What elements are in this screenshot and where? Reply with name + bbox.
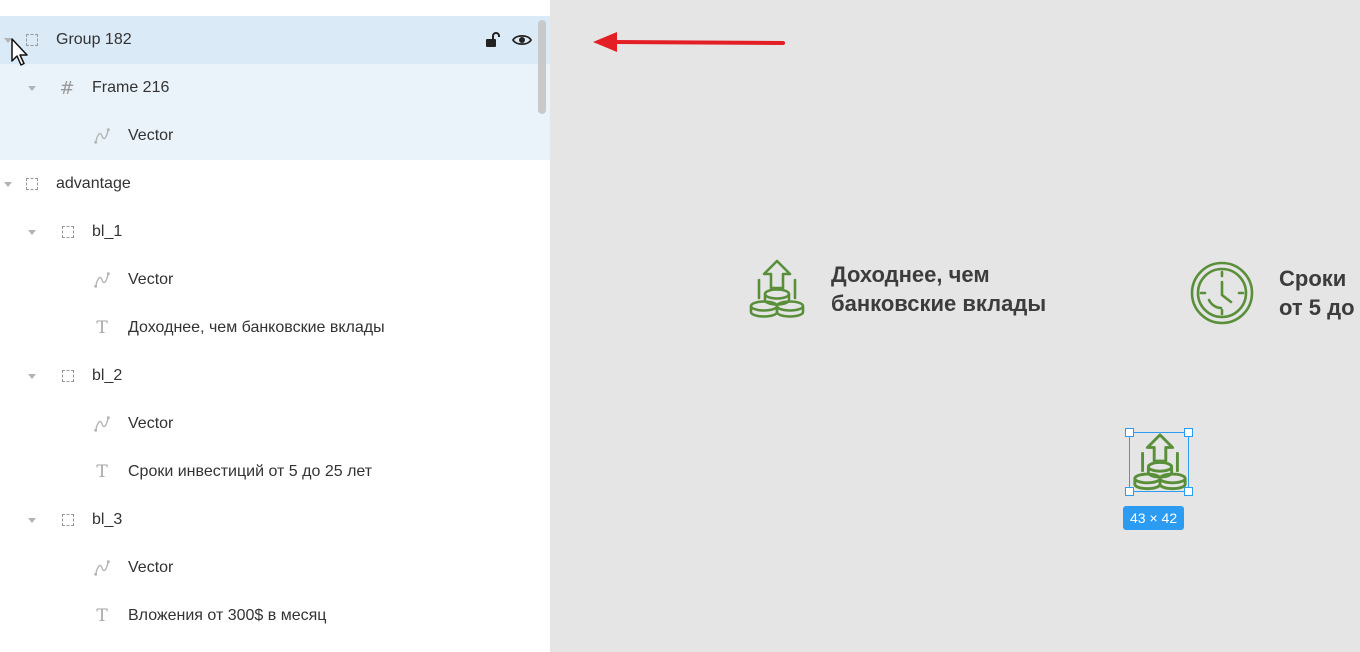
layers-panel-top <box>0 0 550 16</box>
layer-name: bl_2 <box>92 367 123 384</box>
frame-icon: # <box>59 77 75 99</box>
clock-icon <box>1190 261 1254 325</box>
layers-panel: Group 182 # Frame 216 Vector advantage b… <box>0 0 550 652</box>
layer-row-group-182[interactable]: Group 182 <box>0 16 550 64</box>
layer-row-vector[interactable]: Vector <box>0 256 550 304</box>
group-icon <box>59 223 77 241</box>
layer-row-vector[interactable]: Vector <box>0 112 550 160</box>
resize-handle-bottom-right[interactable] <box>1184 487 1193 496</box>
layer-name: Vector <box>128 271 174 288</box>
advantage-text-1: Доходнее, чем банковские вклады <box>831 260 1046 318</box>
vector-icon <box>93 415 111 433</box>
advantage-2-line2: от 5 до <box>1279 295 1355 320</box>
layer-row-frame-216[interactable]: # Frame 216 <box>0 64 550 112</box>
advantage-block-2[interactable]: Сроки от 5 до <box>1189 260 1355 326</box>
layer-name: bl_3 <box>92 511 123 528</box>
expand-caret-icon[interactable] <box>27 83 37 93</box>
layer-name: Доходнее, чем банковские вклады <box>128 319 385 336</box>
selection-box[interactable] <box>1125 428 1193 496</box>
coins-growth-icon <box>749 259 805 318</box>
layer-name: bl_1 <box>92 223 123 240</box>
design-canvas[interactable]: Доходнее, чем банковские вклады Сроки от… <box>551 0 1360 652</box>
expand-caret-icon[interactable] <box>27 515 37 525</box>
layer-name: Вложения от 300$ в месяц <box>128 607 327 624</box>
mouse-cursor-icon <box>11 38 28 66</box>
text-icon: T <box>96 606 108 626</box>
unlock-icon[interactable] <box>484 31 502 49</box>
layer-row-bl-1[interactable]: bl_1 <box>0 208 550 256</box>
advantage-2-line1: Сроки <box>1279 266 1347 291</box>
advantage-1-line2: банковские вклады <box>831 291 1047 316</box>
group-icon <box>59 511 77 529</box>
layer-row-text[interactable]: T Доходнее, чем банковские вклады <box>0 304 550 352</box>
vector-icon <box>93 559 111 577</box>
text-icon: T <box>96 318 108 338</box>
layer-name: Group 182 <box>56 31 132 48</box>
selection-size-label: 43 × 42 <box>1123 506 1185 530</box>
group-icon <box>23 175 41 193</box>
advantage-text-2: Сроки от 5 до <box>1279 264 1355 322</box>
layer-name: Frame 216 <box>92 79 170 96</box>
expand-caret-icon[interactable] <box>3 179 13 189</box>
text-icon: T <box>96 462 108 482</box>
red-arrow-annotation <box>593 32 785 52</box>
layer-name: Vector <box>128 559 174 576</box>
resize-handle-top-right[interactable] <box>1184 428 1193 437</box>
resize-handle-top-left[interactable] <box>1125 428 1134 437</box>
layer-row-advantage[interactable]: advantage <box>0 160 550 208</box>
layer-row-bl-3[interactable]: bl_3 <box>0 496 550 544</box>
layer-row-vector[interactable]: Vector <box>0 400 550 448</box>
advantage-block-1[interactable]: Доходнее, чем банковские вклады <box>747 258 1046 320</box>
expand-caret-icon[interactable] <box>27 227 37 237</box>
layers-scrollbar[interactable] <box>538 20 546 114</box>
layer-row-bl-2[interactable]: bl_2 <box>0 352 550 400</box>
layer-name: advantage <box>56 175 131 192</box>
resize-handle-bottom-left[interactable] <box>1125 487 1134 496</box>
layer-name: Vector <box>128 415 174 432</box>
group-icon <box>59 367 77 385</box>
vector-icon <box>93 271 111 289</box>
advantage-1-line1: Доходнее, чем <box>831 262 990 287</box>
layer-row-text[interactable]: T Сроки инвестиций от 5 до 25 лет <box>0 448 550 496</box>
layer-row-actions <box>484 31 532 49</box>
eye-icon[interactable] <box>512 31 532 49</box>
vector-icon <box>93 127 111 145</box>
layer-row-text[interactable]: T Вложения от 300$ в месяц <box>0 592 550 640</box>
layer-row-vector[interactable]: Vector <box>0 544 550 592</box>
layer-name: Сроки инвестиций от 5 до 25 лет <box>128 463 373 480</box>
expand-caret-icon[interactable] <box>27 371 37 381</box>
layer-name: Vector <box>128 127 174 144</box>
